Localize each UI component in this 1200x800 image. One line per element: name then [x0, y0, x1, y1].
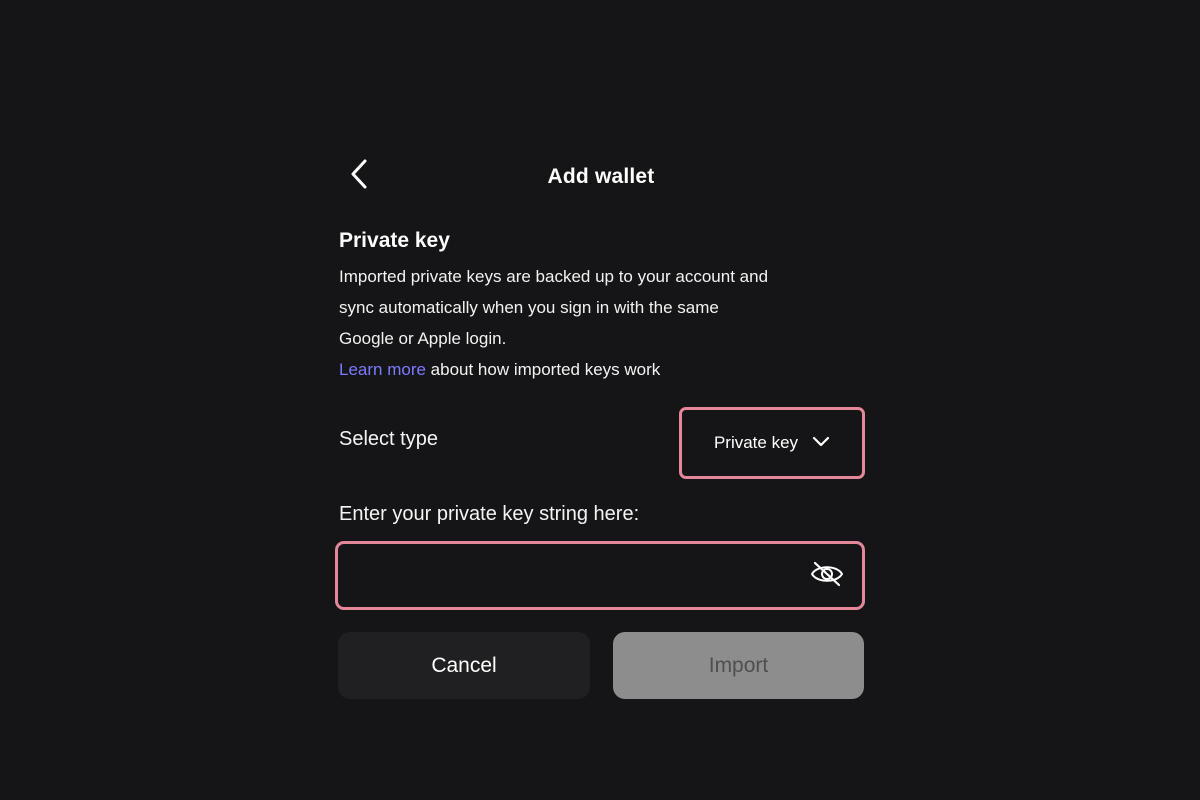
cancel-button[interactable]: Cancel: [338, 632, 590, 699]
add-wallet-page: Add wallet Private key Imported private …: [0, 0, 1200, 800]
private-key-label: Enter your private key string here:: [339, 503, 640, 525]
select-type-label: Select type: [339, 428, 438, 450]
eye-slash-icon: [810, 560, 844, 593]
learn-more-suffix: about how imported keys work: [425, 360, 661, 379]
visibility-toggle[interactable]: [810, 560, 844, 592]
header: Add wallet: [338, 156, 864, 200]
learn-more-link[interactable]: Learn more: [339, 360, 426, 379]
type-select-value: Private key: [713, 433, 799, 452]
page-title: Add wallet: [547, 165, 655, 188]
description-line: Google or Apple login.: [339, 329, 507, 348]
import-button[interactable]: Import: [613, 632, 864, 699]
private-key-input[interactable]: [352, 544, 796, 609]
type-select-dropdown[interactable]: Private key: [679, 407, 865, 479]
section-title: Private key: [339, 229, 450, 252]
description-line: sync automatically when you sign in with…: [339, 298, 719, 317]
description-line: Imported private keys are backed up to y…: [339, 267, 769, 286]
learn-more-line: Learn more about how imported keys work: [339, 354, 879, 385]
chevron-down-icon: [812, 434, 830, 452]
private-key-field: [335, 541, 865, 610]
description: Imported private keys are backed up to y…: [339, 261, 879, 385]
